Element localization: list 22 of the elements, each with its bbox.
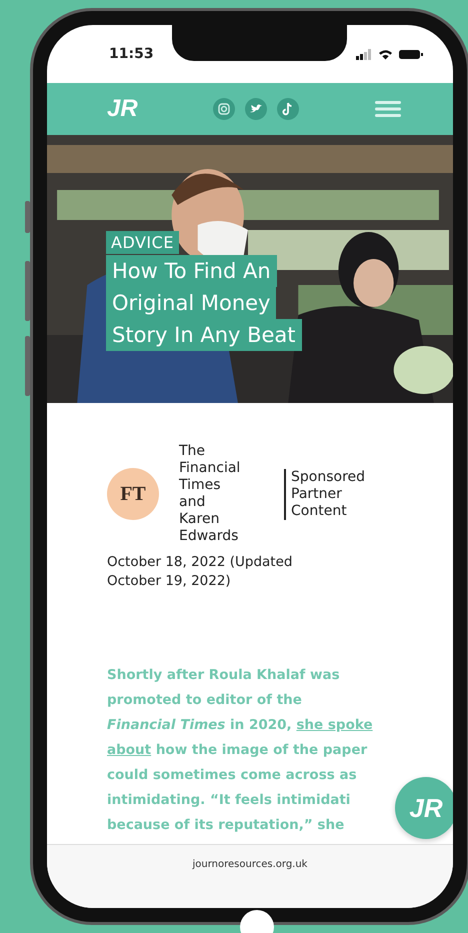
article-title: How To Find An: [106, 255, 277, 287]
article-link[interactable]: about: [107, 742, 152, 758]
publish-date: October 18, 2022 (Updated October 19, 2022): [107, 553, 294, 591]
publisher-logo: FT: [107, 468, 159, 520]
url-text[interactable]: journoresources.org.uk: [192, 859, 308, 873]
category-tag[interactable]: ADVICE: [106, 231, 179, 254]
article-title: Story In Any Beat: [106, 319, 302, 351]
site-logo[interactable]: JR: [107, 95, 138, 123]
author-name: The Financial Times and Karen Edwards: [179, 443, 242, 545]
wifi-icon: [378, 48, 393, 60]
instagram-icon[interactable]: [212, 98, 235, 120]
floating-logo-button[interactable]: JR: [395, 777, 453, 839]
article-title: Original Money: [106, 287, 276, 319]
article-link[interactable]: she spoke: [296, 717, 373, 733]
menu-icon[interactable]: [375, 100, 401, 118]
bird-icon[interactable]: [244, 98, 267, 120]
status-time: 11:53: [109, 46, 154, 62]
signal-icon: [356, 48, 372, 60]
music-note-icon[interactable]: [276, 98, 299, 120]
battery-icon: [399, 48, 423, 60]
sponsored-label: Sponsored Partner Content: [284, 468, 366, 520]
article-paragraph: Shortly after Roula Khalaf was promoted to editor of the Financial Times in 2020, she spoke about how the image of the paper could sometimes come across as intimidating. “It feels intimidati because of its reputation,” she: [107, 666, 373, 835]
